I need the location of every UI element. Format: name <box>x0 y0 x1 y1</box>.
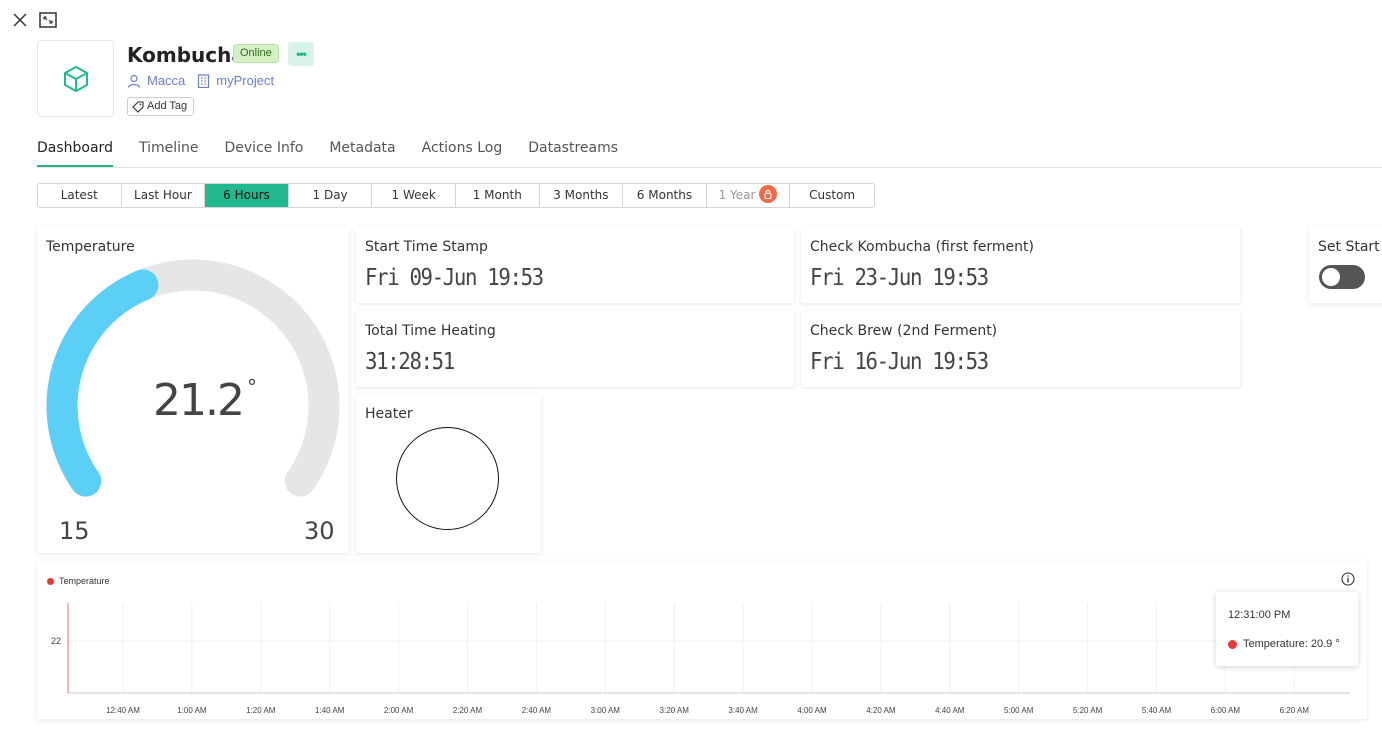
x-tick-label: 1:40 AM <box>315 706 345 715</box>
add-tag-label: Add Tag <box>147 100 188 112</box>
x-tick-label: 5:20 AM <box>1073 706 1103 715</box>
total-heating-label: Total Time Heating <box>365 323 496 339</box>
chart-plot: 12:40 AM 1:00 AM 1:20 AM 1:40 AM 2:00 AM 2:20… <box>51 603 1350 715</box>
start-time-label: Start Time Stamp <box>365 239 488 255</box>
set-start-toggle[interactable] <box>1319 265 1365 289</box>
heater-label: Heater <box>365 406 413 422</box>
start-time-value: Fri 09-Jun 19:53 <box>365 265 544 291</box>
tooltip-time: 12:31:00 PM <box>1228 609 1291 621</box>
status-badge: Online <box>233 44 279 63</box>
x-tick-label: 1:20 AM <box>246 706 276 715</box>
range-last-hour[interactable]: Last Hour <box>122 184 206 207</box>
range-1-day[interactable]: 1 Day <box>289 184 373 207</box>
more-options-button[interactable]: ••• <box>288 42 314 66</box>
x-tick-label: 6:00 AM <box>1211 706 1241 715</box>
user-icon <box>127 74 141 88</box>
tooltip-value: Temperature: 20.9 ° <box>1243 638 1340 650</box>
add-tag-button[interactable]: Add Tag <box>127 97 195 116</box>
owner-name: Macca <box>147 73 186 88</box>
set-start-label: Set Start T <box>1318 239 1382 255</box>
check-brew-value: Fri 16-Jun 19:53 <box>810 349 989 375</box>
tab-actions-log[interactable]: Actions Log <box>422 140 503 167</box>
building-icon <box>198 73 210 88</box>
x-tick-label: 5:40 AM <box>1142 706 1172 715</box>
range-latest[interactable]: Latest <box>38 184 122 207</box>
cube-icon <box>63 65 88 92</box>
x-tick-label: 4:00 AM <box>797 706 827 715</box>
temperature-reading: 21.2 <box>153 375 245 426</box>
range-6-hours[interactable]: 6 Hours <box>205 184 289 207</box>
chart-tooltip: 12:31:00 PM Temperature: 20.9 ° <box>1216 592 1358 666</box>
temperature-value: 21.2 ° <box>153 375 257 426</box>
gauge-fill <box>46 269 159 497</box>
range-1-month[interactable]: 1 Month <box>456 184 540 207</box>
heater-widget: Heater <box>356 394 541 553</box>
set-start-widget: Set Start T <box>1309 227 1382 303</box>
check-kombucha-widget: Check Kombucha (first ferment) Fri 23-Ju… <box>801 227 1240 303</box>
x-tick-label: 6:20 AM <box>1280 706 1310 715</box>
owner-link[interactable]: Macca <box>127 73 185 88</box>
x-tick-label: 2:00 AM <box>384 706 414 715</box>
device-meta: Macca myProject <box>127 73 286 88</box>
tab-device-info[interactable]: Device Info <box>225 140 304 167</box>
total-heating-value: 31:28:51 <box>365 349 455 375</box>
start-time-widget: Start Time Stamp Fri 09-Jun 19:53 <box>356 227 794 303</box>
tooltip-row: Temperature: 20.9 ° <box>1228 638 1340 650</box>
toggle-knob <box>1322 268 1340 286</box>
gauge-max: 30 <box>304 517 335 545</box>
expand-icon[interactable] <box>38 10 58 30</box>
time-range-selector: Latest Last Hour 6 Hours 1 Day 1 Week 1 … <box>37 183 875 208</box>
close-icon[interactable] <box>10 10 30 30</box>
gauge-min: 15 <box>59 517 90 545</box>
check-brew-label: Check Brew (2nd Ferment) <box>810 323 998 339</box>
tab-metadata[interactable]: Metadata <box>329 140 395 167</box>
x-tick-label: 2:40 AM <box>522 706 552 715</box>
total-heating-widget: Total Time Heating 31:28:51 <box>356 311 794 387</box>
x-tick-label: 4:40 AM <box>935 706 965 715</box>
lock-icon <box>759 185 778 203</box>
device-logo <box>37 40 114 117</box>
x-tick-label: 2:20 AM <box>453 706 483 715</box>
project-link[interactable]: myProject <box>197 73 274 88</box>
check-kombucha-label: Check Kombucha (first ferment) <box>810 239 1034 255</box>
tab-datastreams[interactable]: Datastreams <box>528 140 618 167</box>
tab-bar: Dashboard Timeline Device Info Metadata … <box>37 140 1382 168</box>
device-title: Kombucha <box>127 43 245 67</box>
x-tick-label: 1:00 AM <box>177 706 207 715</box>
temperature-unit: ° <box>246 375 257 399</box>
x-tick-label: 3:20 AM <box>660 706 690 715</box>
temperature-gauge-widget: Temperature 21.2 ° 15 30 <box>37 227 349 553</box>
x-tick-label: 3:40 AM <box>728 706 758 715</box>
range-custom[interactable]: Custom <box>790 184 874 207</box>
project-name: myProject <box>216 73 275 88</box>
tag-icon <box>132 100 144 113</box>
x-tick-label: 4:20 AM <box>866 706 896 715</box>
y-tick-label: 22 <box>51 636 61 646</box>
tab-dashboard[interactable]: Dashboard <box>37 140 113 167</box>
heater-led <box>396 427 499 530</box>
range-1-year[interactable]: 1 Year <box>707 184 791 207</box>
tooltip-dot <box>1228 639 1237 649</box>
range-3-months[interactable]: 3 Months <box>540 184 624 207</box>
x-tick-label: 12:40 AM <box>106 706 140 715</box>
temperature-chart-widget: Temperature 12:40 AM 1:00 AM 1:20 AM 1:40 A… <box>37 561 1367 719</box>
check-kombucha-value: Fri 23-Jun 19:53 <box>810 265 989 291</box>
x-tick-label: 5:00 AM <box>1004 706 1034 715</box>
range-6-months[interactable]: 6 Months <box>623 184 707 207</box>
x-tick-label: 3:00 AM <box>591 706 621 715</box>
check-brew-widget: Check Brew (2nd Ferment) Fri 16-Jun 19:5… <box>801 311 1240 387</box>
range-1-year-label: 1 Year <box>718 188 756 202</box>
tab-timeline[interactable]: Timeline <box>139 140 199 167</box>
range-1-week[interactable]: 1 Week <box>372 184 456 207</box>
